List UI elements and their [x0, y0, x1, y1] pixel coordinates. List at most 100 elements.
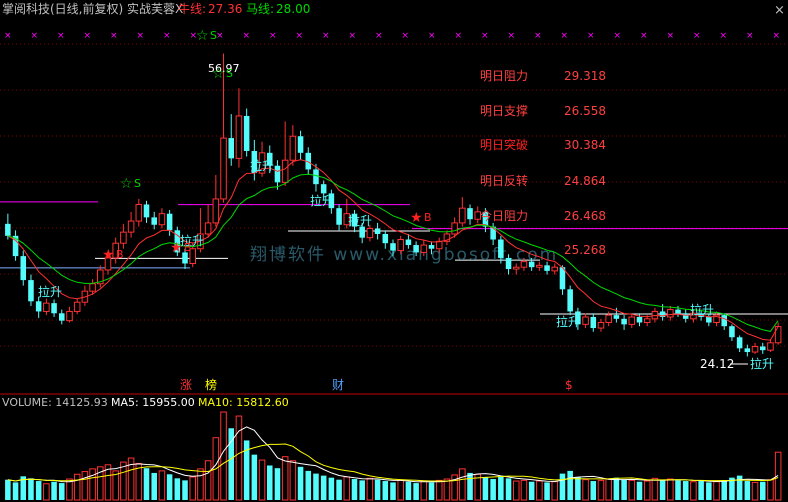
marker-x-icon: ×: [137, 31, 145, 41]
marker-x-icon: ×: [84, 31, 92, 41]
volume-bar-up: [651, 477, 659, 501]
marker-x-icon: ×: [773, 31, 781, 41]
candle-body-down: [467, 208, 473, 220]
candle-body-down: [35, 301, 42, 312]
buy-star-icon: ★: [170, 240, 183, 256]
volume-bar-down: [744, 481, 751, 500]
volume-bar-up: [713, 481, 720, 501]
tomorrow-reversal-label: 明日反转: [480, 173, 528, 188]
marker-x-icon: ×: [296, 31, 304, 41]
candle-body-up: [127, 220, 135, 233]
watermark: 翔博软件 www.xiangbosoft.com: [250, 245, 558, 265]
buy-star-icon: ★: [410, 210, 423, 226]
tomorrow-support-label: 明日支撑: [480, 103, 528, 118]
marker-x-icon: ×: [110, 31, 118, 41]
event-bang-marker[interactable]: 榜: [205, 377, 217, 392]
pull-up-label-8: 拉升: [750, 356, 774, 371]
candle-body-up: [643, 318, 651, 324]
candle-body-up: [420, 244, 428, 253]
volume-bar-down: [374, 479, 381, 500]
marker-x-icon: ×: [508, 31, 516, 41]
candle-body-up: [551, 266, 559, 272]
volume-bar-down: [382, 481, 389, 500]
low-price-label: 24.12: [700, 357, 734, 371]
niu-line-label: 牛线:: [178, 1, 206, 16]
candle-body-up: [628, 316, 636, 325]
volume-ma10-label: MA10: 15812.60: [198, 396, 289, 409]
volume-bar-down: [721, 480, 728, 500]
volume-bar-up: [397, 479, 404, 501]
marker-x-icon: ×: [163, 31, 171, 41]
volume-bar-down: [151, 472, 157, 500]
candle-body-up: [451, 222, 458, 235]
candle-body-up: [66, 310, 73, 322]
candle-body-down: [736, 337, 743, 349]
volume-label: VOLUME: 14125.93: [2, 396, 108, 409]
candle-body-down: [528, 261, 535, 268]
ma-line-label: 马线:: [246, 2, 274, 16]
candle-body-down: [243, 115, 250, 151]
volume-bar-up: [81, 471, 89, 501]
volume-bar-up: [204, 460, 212, 501]
candle-body-down: [706, 316, 712, 323]
volume-bar-down: [575, 476, 581, 500]
candle-body-down: [390, 243, 396, 251]
volume-bar-up: [43, 483, 50, 501]
volume-bar-up: [512, 480, 520, 501]
volume-bar-down: [251, 454, 258, 500]
close-icon[interactable]: ×: [774, 3, 785, 18]
pull-up-label-4: 拉升: [310, 193, 334, 208]
candle-body-up: [366, 227, 374, 239]
volume-bar-down: [166, 474, 173, 500]
buy-star-icon: ★: [102, 247, 115, 263]
volume-bar-up: [73, 473, 81, 501]
marker-x-icon: ×: [693, 31, 701, 41]
pull-up-label-5: 拉升: [348, 213, 372, 228]
candle-body-down: [544, 265, 550, 271]
candle-body-up: [597, 322, 605, 329]
volume-bar-up: [536, 480, 543, 501]
volume-bar-down: [505, 478, 512, 500]
tomorrow-support-value: 26.558: [564, 104, 606, 118]
volume-bar-down: [336, 479, 342, 500]
event-dollar-marker[interactable]: $: [565, 378, 573, 392]
marker-x-icon: ×: [455, 31, 463, 41]
volume-bar-down: [297, 466, 304, 500]
event-cai-marker[interactable]: 财: [332, 378, 344, 392]
candle-body-down: [51, 303, 57, 314]
volume-bar-down: [682, 481, 689, 500]
candle-body-down: [721, 315, 728, 327]
volume-bar-up: [667, 478, 674, 501]
candle-body-up: [751, 345, 759, 353]
volume-bar-up: [443, 478, 451, 501]
volume-bar-down: [759, 481, 766, 500]
volume-bar-down: [567, 470, 573, 500]
volume-bar-down: [498, 476, 504, 500]
volume-bar-down: [675, 480, 681, 500]
volume-bar-down: [698, 480, 704, 500]
volume-bar-up: [89, 468, 96, 501]
candle-body-up: [43, 302, 50, 312]
tomorrow-resistance-value: 29.318: [564, 69, 606, 83]
buy-label-3: B: [424, 211, 432, 224]
sell-star-icon: ☆: [196, 28, 209, 44]
candle-body-up: [667, 309, 674, 318]
marker-x-icon: ×: [216, 31, 224, 41]
event-zhang-marker[interactable]: 涨: [180, 377, 192, 392]
candle-body-down: [336, 208, 342, 225]
marker-x-icon: ×: [720, 31, 728, 41]
volume-bar-up: [235, 415, 243, 501]
volume-bar-up: [366, 477, 374, 501]
candle-body-down: [567, 289, 573, 312]
candle-body-down: [297, 136, 304, 153]
candle-body-up: [89, 283, 96, 292]
sell-label-2: S: [226, 67, 233, 80]
candle-body-down: [759, 346, 766, 351]
volume-bar-down: [544, 482, 550, 500]
candle-body-down: [143, 204, 150, 218]
volume-bar-up: [767, 479, 774, 501]
volume-bar-down: [359, 480, 365, 500]
candle-body-up: [204, 222, 212, 235]
volume-bar-down: [706, 482, 712, 500]
candle-body-up: [212, 198, 220, 224]
